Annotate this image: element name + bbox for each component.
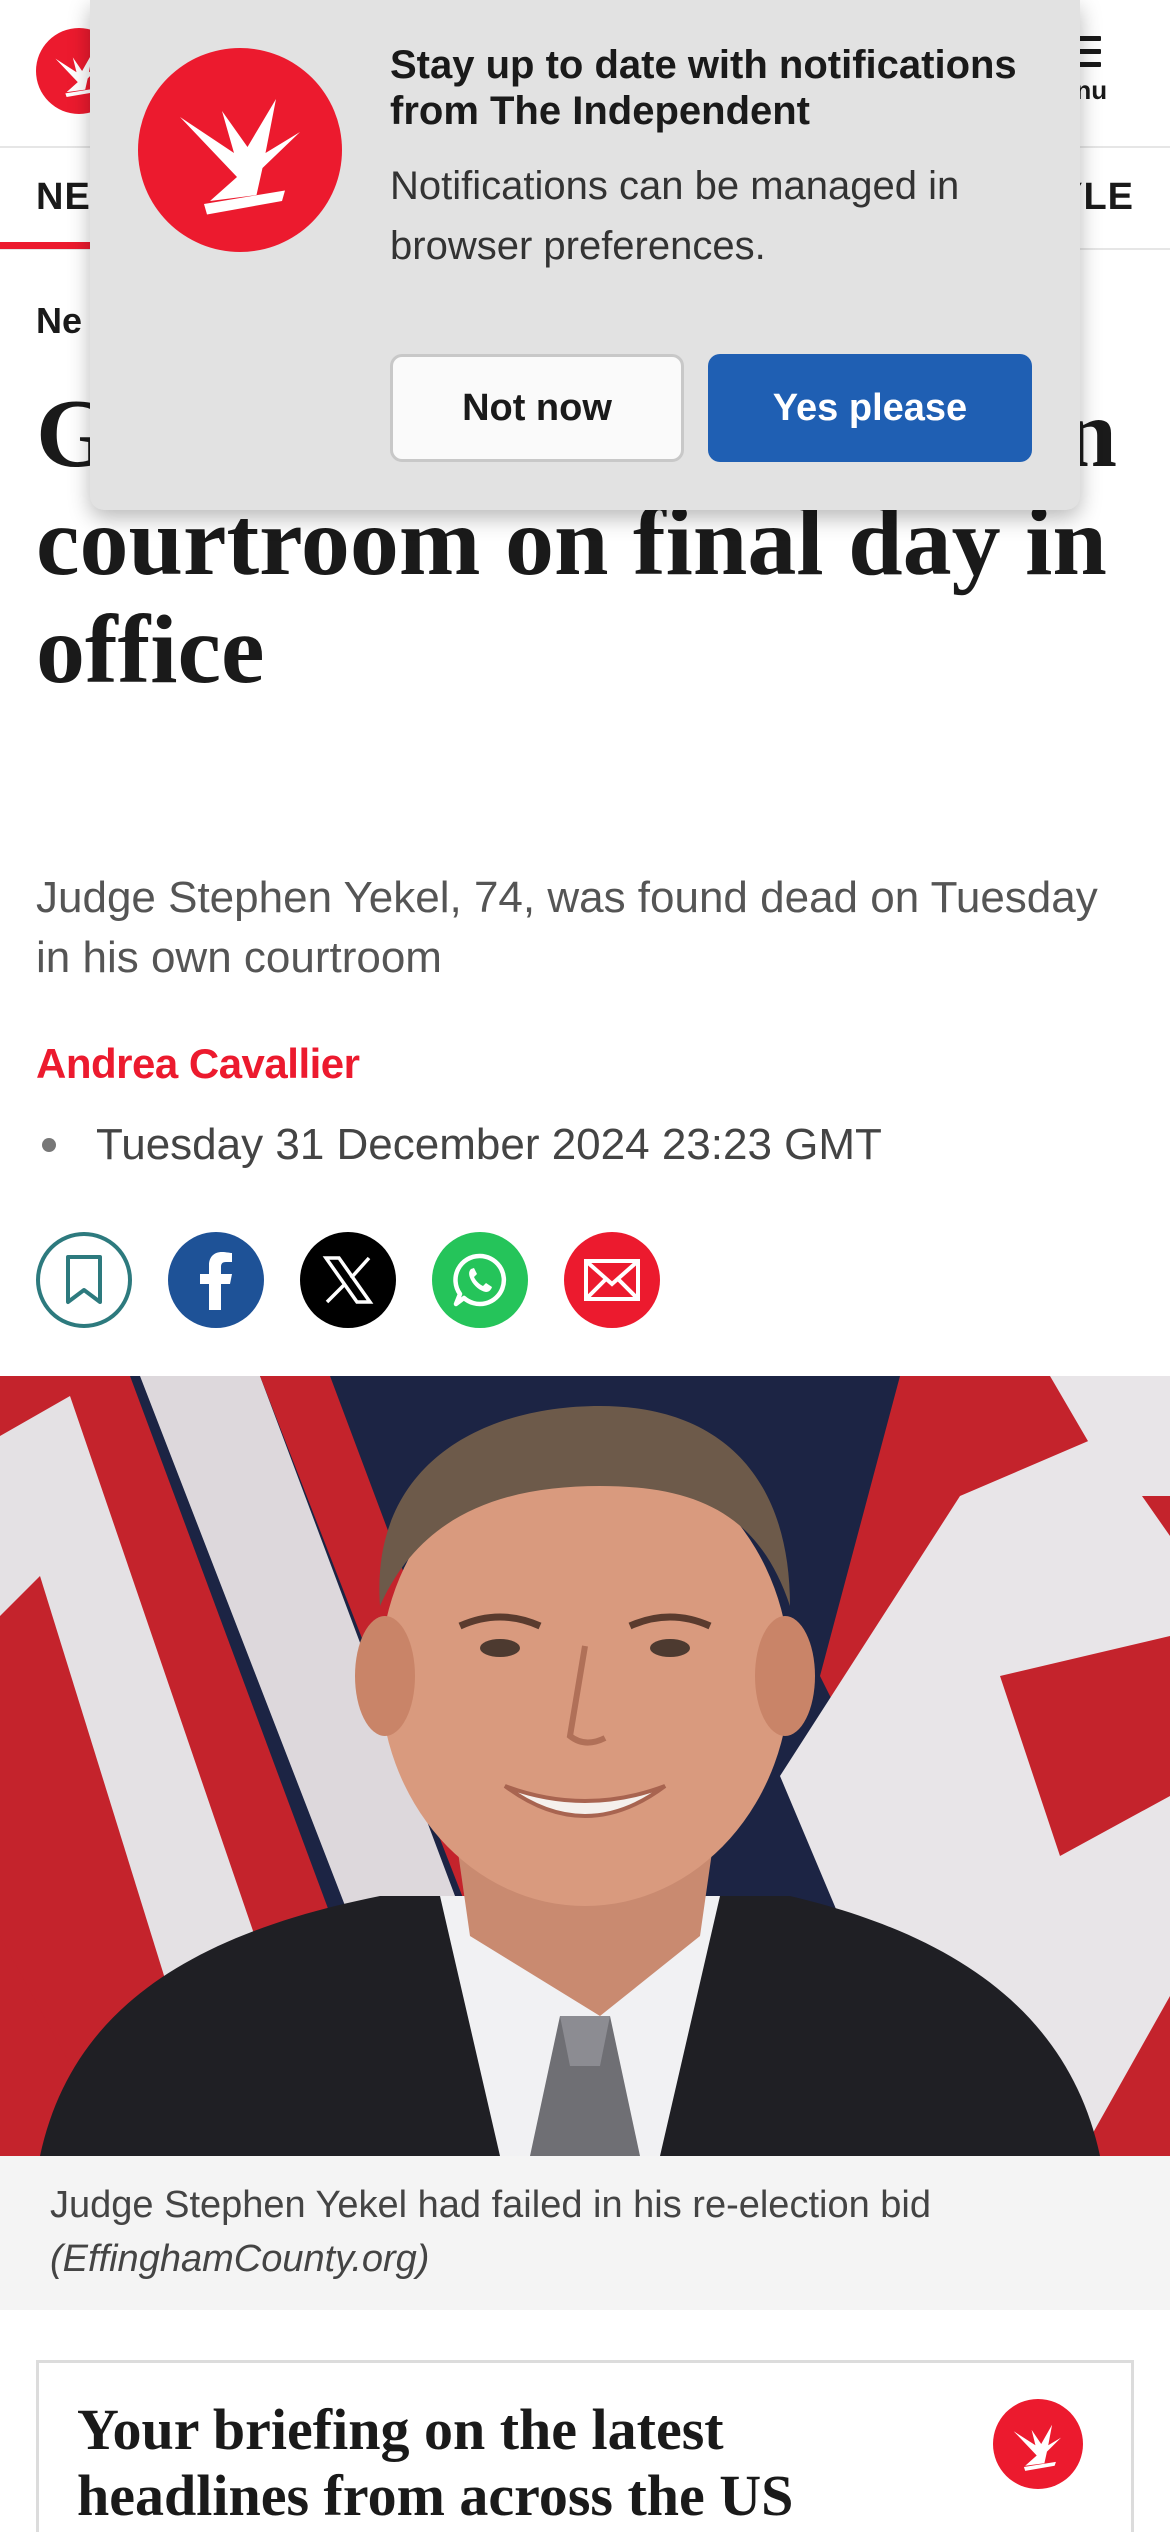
breadcrumb[interactable]: Ne (36, 300, 82, 342)
whatsapp-share-button[interactable] (432, 1232, 528, 1328)
bookmark-button[interactable] (36, 1232, 132, 1328)
x-share-button[interactable] (300, 1232, 396, 1328)
caption-text: Judge Stephen Yekel had failed in his re… (50, 2184, 931, 2226)
bullet-icon (42, 1138, 56, 1152)
bookmark-icon (66, 1255, 102, 1304)
eagle-logo-icon (1013, 2424, 1062, 2471)
not-now-button[interactable]: Not now (390, 354, 684, 462)
judge-portrait-image (0, 1376, 1170, 2156)
article-hero-image (0, 1376, 1170, 2156)
email-icon (584, 1259, 640, 1301)
email-share-button[interactable] (564, 1232, 660, 1328)
facebook-share-button[interactable] (168, 1232, 264, 1328)
newsletter-promo: Your briefing on the latest headlines fr… (36, 2360, 1134, 2532)
facebook-icon (200, 1252, 232, 1310)
prompt-body: Notifications can be managed in browser … (390, 164, 960, 268)
prompt-logo (138, 48, 342, 252)
newsletter-title: Your briefing on the latest headlines fr… (77, 2397, 794, 2528)
image-caption: Judge Stephen Yekel had failed in his re… (50, 2178, 1130, 2286)
prompt-title: Stay up to date with notifications from … (390, 43, 1017, 133)
article-standfirst: Judge Stephen Yekel, 74, was found dead … (36, 873, 1098, 982)
eagle-logo-icon (180, 99, 300, 215)
publish-date-text: Tuesday 31 December 2024 23:23 GMT (96, 1120, 882, 1169)
share-bar (36, 1232, 696, 1328)
nav-item-news[interactable]: NE (36, 176, 91, 219)
whatsapp-icon (453, 1253, 507, 1307)
caption-credit: (EffinghamCounty.org) (50, 2238, 430, 2280)
x-icon (322, 1256, 374, 1304)
publish-date: Tuesday 31 December 2024 23:23 GMT (36, 1120, 882, 1170)
newsletter-logo (993, 2399, 1083, 2489)
notification-prompt: Stay up to date with notifications from … (90, 0, 1080, 510)
yes-please-button[interactable]: Yes please (708, 354, 1032, 462)
author-link[interactable]: Andrea Cavallier (36, 1040, 360, 1088)
